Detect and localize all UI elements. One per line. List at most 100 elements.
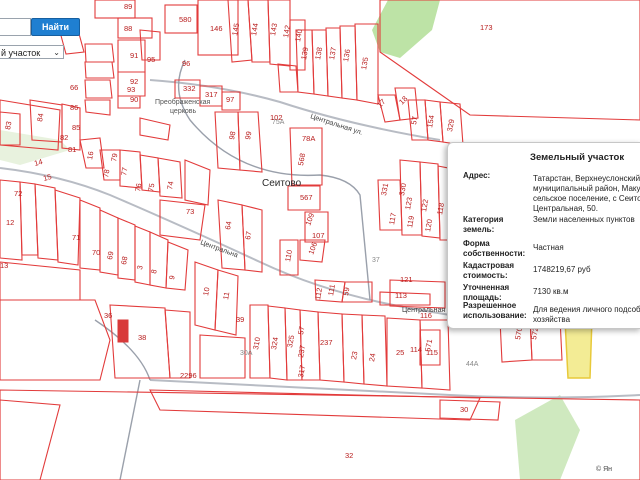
- plot-number: 79: [109, 153, 119, 163]
- plot-number: 8: [149, 269, 159, 275]
- plot-number: 77: [119, 167, 129, 177]
- church-label: церковь: [170, 108, 196, 115]
- plot-number: 330: [397, 182, 408, 196]
- plot-number: 68: [119, 256, 129, 266]
- popup-row-value: 7130 кв.м: [533, 287, 569, 296]
- map-credit: © Ян: [596, 466, 613, 473]
- chevron-down-icon: ⌄: [53, 48, 60, 57]
- find-button[interactable]: Найти: [31, 18, 80, 36]
- search-panel: Найти й участок ⌄: [0, 8, 82, 59]
- plot-number: 83: [3, 121, 13, 131]
- plot-number: 154: [425, 114, 436, 128]
- plot-number: 66: [70, 83, 78, 92]
- plot-number: 59: [341, 287, 351, 297]
- plot-number: 10: [201, 287, 211, 297]
- plot-number: 36: [104, 311, 112, 320]
- plot-number: 117: [387, 212, 398, 225]
- quarter-label: 37: [372, 257, 380, 264]
- street-label: Центральная ул.: [309, 113, 363, 137]
- plot-number: 57: [409, 116, 419, 126]
- plot-number: 144: [249, 22, 260, 36]
- plot-number: 24: [367, 353, 377, 363]
- plot-number: 78: [101, 169, 111, 179]
- village-label: Сеитово: [262, 178, 302, 189]
- plot-number: 139: [299, 46, 310, 60]
- popup-row-label: Разрешенное использование:: [463, 301, 527, 320]
- plot-number: 138: [313, 46, 324, 60]
- plot-number: 237: [320, 338, 333, 347]
- parcel-info-popup[interactable]: Земельный участок Адрес: Татарстан, Верхн…: [447, 142, 640, 329]
- plot-number: 146: [210, 24, 223, 33]
- plot-number: 38: [138, 333, 146, 342]
- plot-number: 110: [283, 249, 294, 262]
- plot-number: 30: [460, 405, 468, 414]
- church-label: Преображенская: [155, 98, 211, 106]
- plot-number: 120: [423, 218, 434, 232]
- plot-number: 568: [296, 152, 307, 166]
- popup-row-value: 1748219,67 руб: [533, 265, 591, 274]
- plot-number: 107: [312, 231, 325, 240]
- quarter-label: 44А: [466, 361, 479, 368]
- plot-number: 111: [326, 284, 337, 297]
- green-area: [372, 0, 440, 58]
- plot-number: 324: [269, 336, 280, 350]
- plot-number: 119: [405, 215, 416, 228]
- plot-number: 135: [359, 56, 370, 70]
- plot-number: 580: [179, 15, 192, 24]
- plot-number: 145: [230, 22, 241, 36]
- road: [119, 379, 141, 480]
- plot-number: 14: [33, 157, 43, 168]
- plot-number: 23: [349, 351, 359, 361]
- plot-number: 140: [293, 28, 304, 42]
- plot-number: 76: [133, 183, 143, 193]
- plot-number: 84: [35, 113, 45, 123]
- plot-number: 95: [147, 55, 155, 64]
- plot-number: 137: [327, 46, 338, 60]
- plot-number: 90: [130, 95, 138, 104]
- plot-number: 91: [130, 51, 138, 60]
- green-area: [515, 395, 580, 480]
- plot-number: 113: [395, 291, 407, 300]
- popup-row-value: Частная: [533, 243, 564, 252]
- plot-number: 75: [146, 183, 156, 193]
- plot-number: 86: [70, 103, 78, 112]
- plot-number: 3: [135, 265, 145, 271]
- plot-number: 2296: [180, 371, 197, 380]
- plot-number: 121: [400, 275, 413, 284]
- plot-number: 317: [296, 364, 307, 378]
- plot-number: 317: [205, 90, 218, 99]
- popup-row-label: Уточненная площадь:: [463, 283, 510, 302]
- plot-number: 332: [183, 84, 196, 93]
- plot-number: 67: [243, 231, 253, 241]
- plot-number: 57: [296, 326, 306, 336]
- plot-number: 69: [105, 251, 115, 261]
- plot-number: 567: [300, 193, 313, 202]
- popup-row-label: Категория земель:: [463, 215, 504, 234]
- popup-title: Земельный участок: [530, 152, 625, 163]
- plot-number: 173: [480, 23, 493, 32]
- plot-number: 89: [124, 2, 132, 11]
- plot-number: 102: [270, 113, 283, 122]
- plot-number: 32: [345, 451, 353, 460]
- plot-number: 329: [445, 118, 456, 132]
- search-input[interactable]: [0, 18, 31, 36]
- plot-number: 98: [227, 131, 237, 141]
- plot-number: 78А: [302, 134, 315, 143]
- plot-number: 106: [306, 241, 319, 256]
- plot-number: 64: [223, 221, 233, 231]
- plot-number: 18: [397, 94, 409, 106]
- road: [149, 379, 640, 399]
- plot-number: 331: [379, 182, 390, 196]
- plot-number: 17: [375, 97, 387, 109]
- object-type-value: й участок: [1, 48, 41, 58]
- plot-number: 12: [6, 218, 14, 227]
- plot-number: 71: [72, 233, 80, 242]
- plot-number: 85: [72, 123, 80, 132]
- popup-row-value: Земли населенных пунктов: [533, 215, 635, 224]
- plot-number: 72: [14, 189, 22, 198]
- plot-number: 136: [341, 48, 352, 62]
- popup-row-label: Форма собственности:: [463, 239, 526, 258]
- plot-number: 88: [124, 24, 132, 33]
- plot-number: 97: [226, 95, 234, 104]
- object-type-select[interactable]: й участок ⌄: [0, 45, 64, 59]
